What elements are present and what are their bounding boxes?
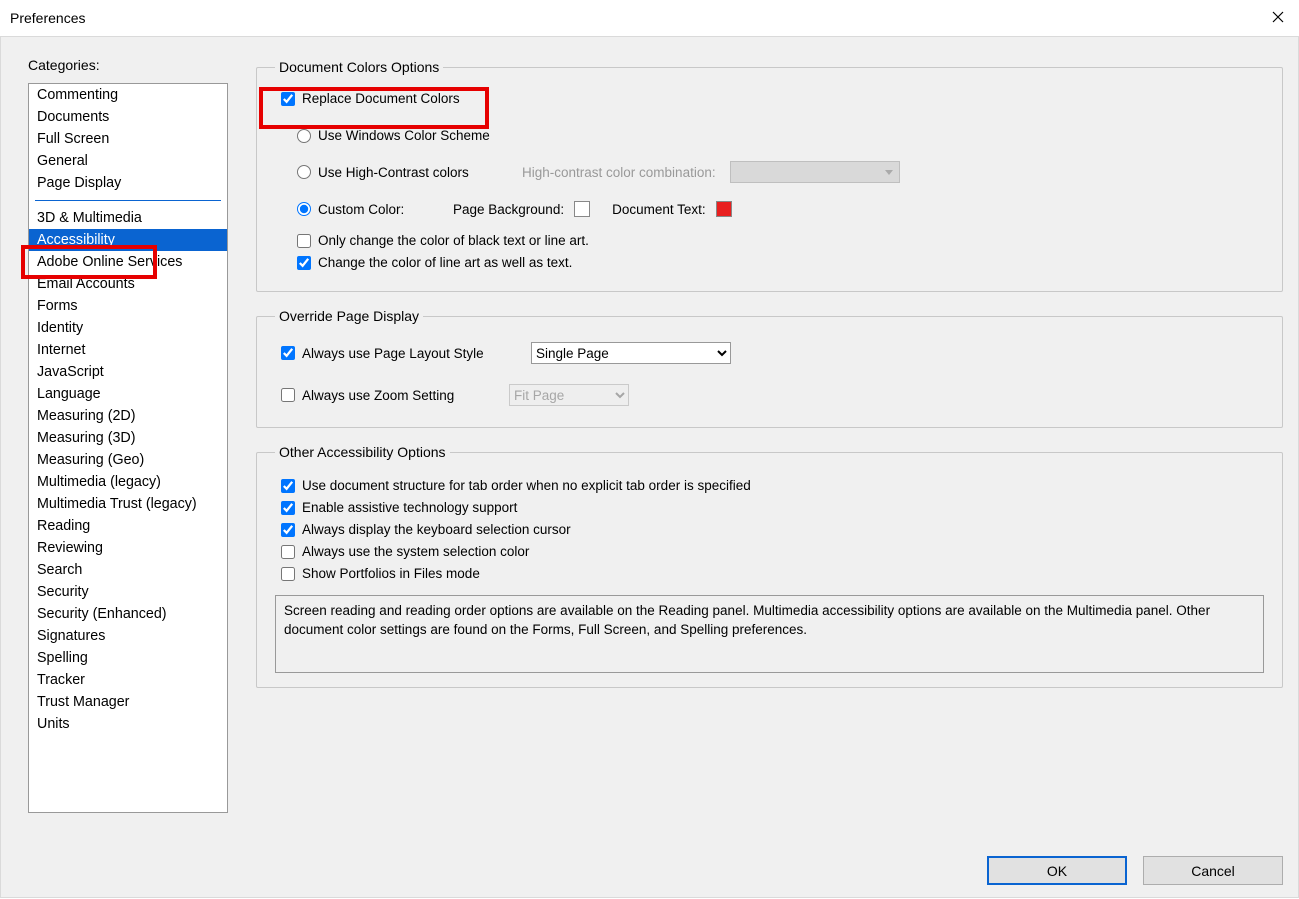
window-title: Preferences (10, 10, 85, 26)
page-layout-select[interactable]: Single Page (531, 342, 731, 364)
replace-document-colors-input[interactable] (281, 92, 295, 106)
always-zoom-checkbox[interactable]: Always use Zoom Setting (281, 388, 509, 403)
categories-sidebar: Categories: CommentingDocumentsFull Scre… (28, 57, 228, 813)
page-background-swatch[interactable] (574, 201, 590, 217)
keyboard-cursor-checkbox[interactable]: Always display the keyboard selection cu… (281, 522, 571, 537)
use-high-contrast-input[interactable] (297, 165, 311, 179)
assistive-checkbox[interactable]: Enable assistive technology support (281, 500, 517, 515)
tab-order-checkbox[interactable]: Use document structure for tab order whe… (281, 478, 751, 493)
assistive-input[interactable] (281, 501, 295, 515)
sidebar-item-search[interactable]: Search (29, 559, 227, 581)
only-black-input[interactable] (297, 234, 311, 248)
sidebar-item-email-accounts[interactable]: Email Accounts (29, 273, 227, 295)
sidebar-item-commenting[interactable]: Commenting (29, 84, 227, 106)
sidebar-item-language[interactable]: Language (29, 383, 227, 405)
tab-order-input[interactable] (281, 479, 295, 493)
always-zoom-input[interactable] (281, 388, 295, 402)
portfolios-input[interactable] (281, 567, 295, 581)
sidebar-item-spelling[interactable]: Spelling (29, 647, 227, 669)
cancel-button[interactable]: Cancel (1143, 856, 1283, 885)
sidebar-item-general[interactable]: General (29, 150, 227, 172)
use-windows-color-input[interactable] (297, 129, 311, 143)
sidebar-item-multimedia-trust-legacy-[interactable]: Multimedia Trust (legacy) (29, 493, 227, 515)
group-document-colors: Document Colors Options Replace Document… (256, 59, 1283, 292)
group-override-page-display: Override Page Display Always use Page La… (256, 308, 1283, 428)
lineart-input[interactable] (297, 256, 311, 270)
dialog-body: Categories: CommentingDocumentsFull Scre… (0, 36, 1299, 898)
system-selection-color-input[interactable] (281, 545, 295, 559)
sidebar-item-3d-multimedia[interactable]: 3D & Multimedia (29, 207, 227, 229)
high-contrast-combo (730, 161, 900, 183)
categories-separator (35, 200, 221, 201)
always-page-layout-input[interactable] (281, 346, 295, 360)
dialog-footer: OK Cancel (987, 856, 1283, 885)
group-override-legend: Override Page Display (275, 308, 423, 324)
sidebar-item-internet[interactable]: Internet (29, 339, 227, 361)
sidebar-item-measuring-3d-[interactable]: Measuring (3D) (29, 427, 227, 449)
keyboard-cursor-input[interactable] (281, 523, 295, 537)
always-page-layout-checkbox[interactable]: Always use Page Layout Style (281, 346, 531, 361)
close-icon (1272, 11, 1284, 23)
sidebar-item-multimedia-legacy-[interactable]: Multimedia (legacy) (29, 471, 227, 493)
group-other-accessibility: Other Accessibility Options Use document… (256, 444, 1283, 688)
lineart-label: Change the color of line art as well as … (318, 255, 572, 270)
sidebar-item-adobe-online-services[interactable]: Adobe Online Services (29, 251, 227, 273)
custom-color-label: Custom Color: (318, 202, 404, 217)
assistive-label: Enable assistive technology support (302, 500, 517, 515)
custom-color-input[interactable] (297, 202, 311, 216)
only-black-label: Only change the color of black text or l… (318, 233, 589, 248)
sidebar-item-trust-manager[interactable]: Trust Manager (29, 691, 227, 713)
close-button[interactable] (1267, 6, 1289, 28)
use-windows-color-label: Use Windows Color Scheme (318, 128, 490, 143)
group-document-colors-legend: Document Colors Options (275, 59, 443, 75)
lineart-checkbox[interactable]: Change the color of line art as well as … (297, 255, 572, 270)
ok-button[interactable]: OK (987, 856, 1127, 885)
preferences-content: Document Colors Options Replace Document… (256, 59, 1283, 704)
sidebar-item-reviewing[interactable]: Reviewing (29, 537, 227, 559)
accessibility-info-text: Screen reading and reading order options… (275, 595, 1264, 673)
sidebar-item-documents[interactable]: Documents (29, 106, 227, 128)
sidebar-item-tracker[interactable]: Tracker (29, 669, 227, 691)
custom-color-radio[interactable]: Custom Color: (297, 202, 453, 217)
sidebar-item-identity[interactable]: Identity (29, 317, 227, 339)
sidebar-item-forms[interactable]: Forms (29, 295, 227, 317)
sidebar-item-measuring-geo-[interactable]: Measuring (Geo) (29, 449, 227, 471)
system-selection-color-label: Always use the system selection color (302, 544, 529, 559)
zoom-select: Fit Page (509, 384, 629, 406)
sidebar-item-security-enhanced-[interactable]: Security (Enhanced) (29, 603, 227, 625)
keyboard-cursor-label: Always display the keyboard selection cu… (302, 522, 571, 537)
document-text-label: Document Text: (612, 202, 706, 217)
use-high-contrast-radio[interactable]: Use High-Contrast colors (297, 165, 522, 180)
categories-label: Categories: (28, 57, 228, 73)
sidebar-item-measuring-2d-[interactable]: Measuring (2D) (29, 405, 227, 427)
portfolios-label: Show Portfolios in Files mode (302, 566, 480, 581)
sidebar-item-reading[interactable]: Reading (29, 515, 227, 537)
tab-order-label: Use document structure for tab order whe… (302, 478, 751, 493)
sidebar-item-security[interactable]: Security (29, 581, 227, 603)
sidebar-item-javascript[interactable]: JavaScript (29, 361, 227, 383)
sidebar-item-page-display[interactable]: Page Display (29, 172, 227, 194)
portfolios-checkbox[interactable]: Show Portfolios in Files mode (281, 566, 480, 581)
sidebar-item-signatures[interactable]: Signatures (29, 625, 227, 647)
sidebar-item-units[interactable]: Units (29, 713, 227, 735)
system-selection-color-checkbox[interactable]: Always use the system selection color (281, 544, 529, 559)
sidebar-item-accessibility[interactable]: Accessibility (29, 229, 227, 251)
group-other-legend: Other Accessibility Options (275, 444, 450, 460)
categories-listbox[interactable]: CommentingDocumentsFull ScreenGeneralPag… (28, 83, 228, 813)
titlebar: Preferences (0, 0, 1299, 36)
replace-document-colors-checkbox[interactable]: Replace Document Colors (281, 91, 460, 106)
sidebar-item-full-screen[interactable]: Full Screen (29, 128, 227, 150)
use-high-contrast-label: Use High-Contrast colors (318, 165, 469, 180)
always-zoom-label: Always use Zoom Setting (302, 388, 454, 403)
only-black-checkbox[interactable]: Only change the color of black text or l… (297, 233, 589, 248)
always-page-layout-label: Always use Page Layout Style (302, 346, 484, 361)
document-text-swatch[interactable] (716, 201, 732, 217)
high-contrast-combo-label: High-contrast color combination: (522, 165, 716, 180)
use-windows-color-radio[interactable]: Use Windows Color Scheme (297, 128, 490, 143)
page-background-label: Page Background: (453, 202, 564, 217)
replace-document-colors-label: Replace Document Colors (302, 91, 460, 106)
